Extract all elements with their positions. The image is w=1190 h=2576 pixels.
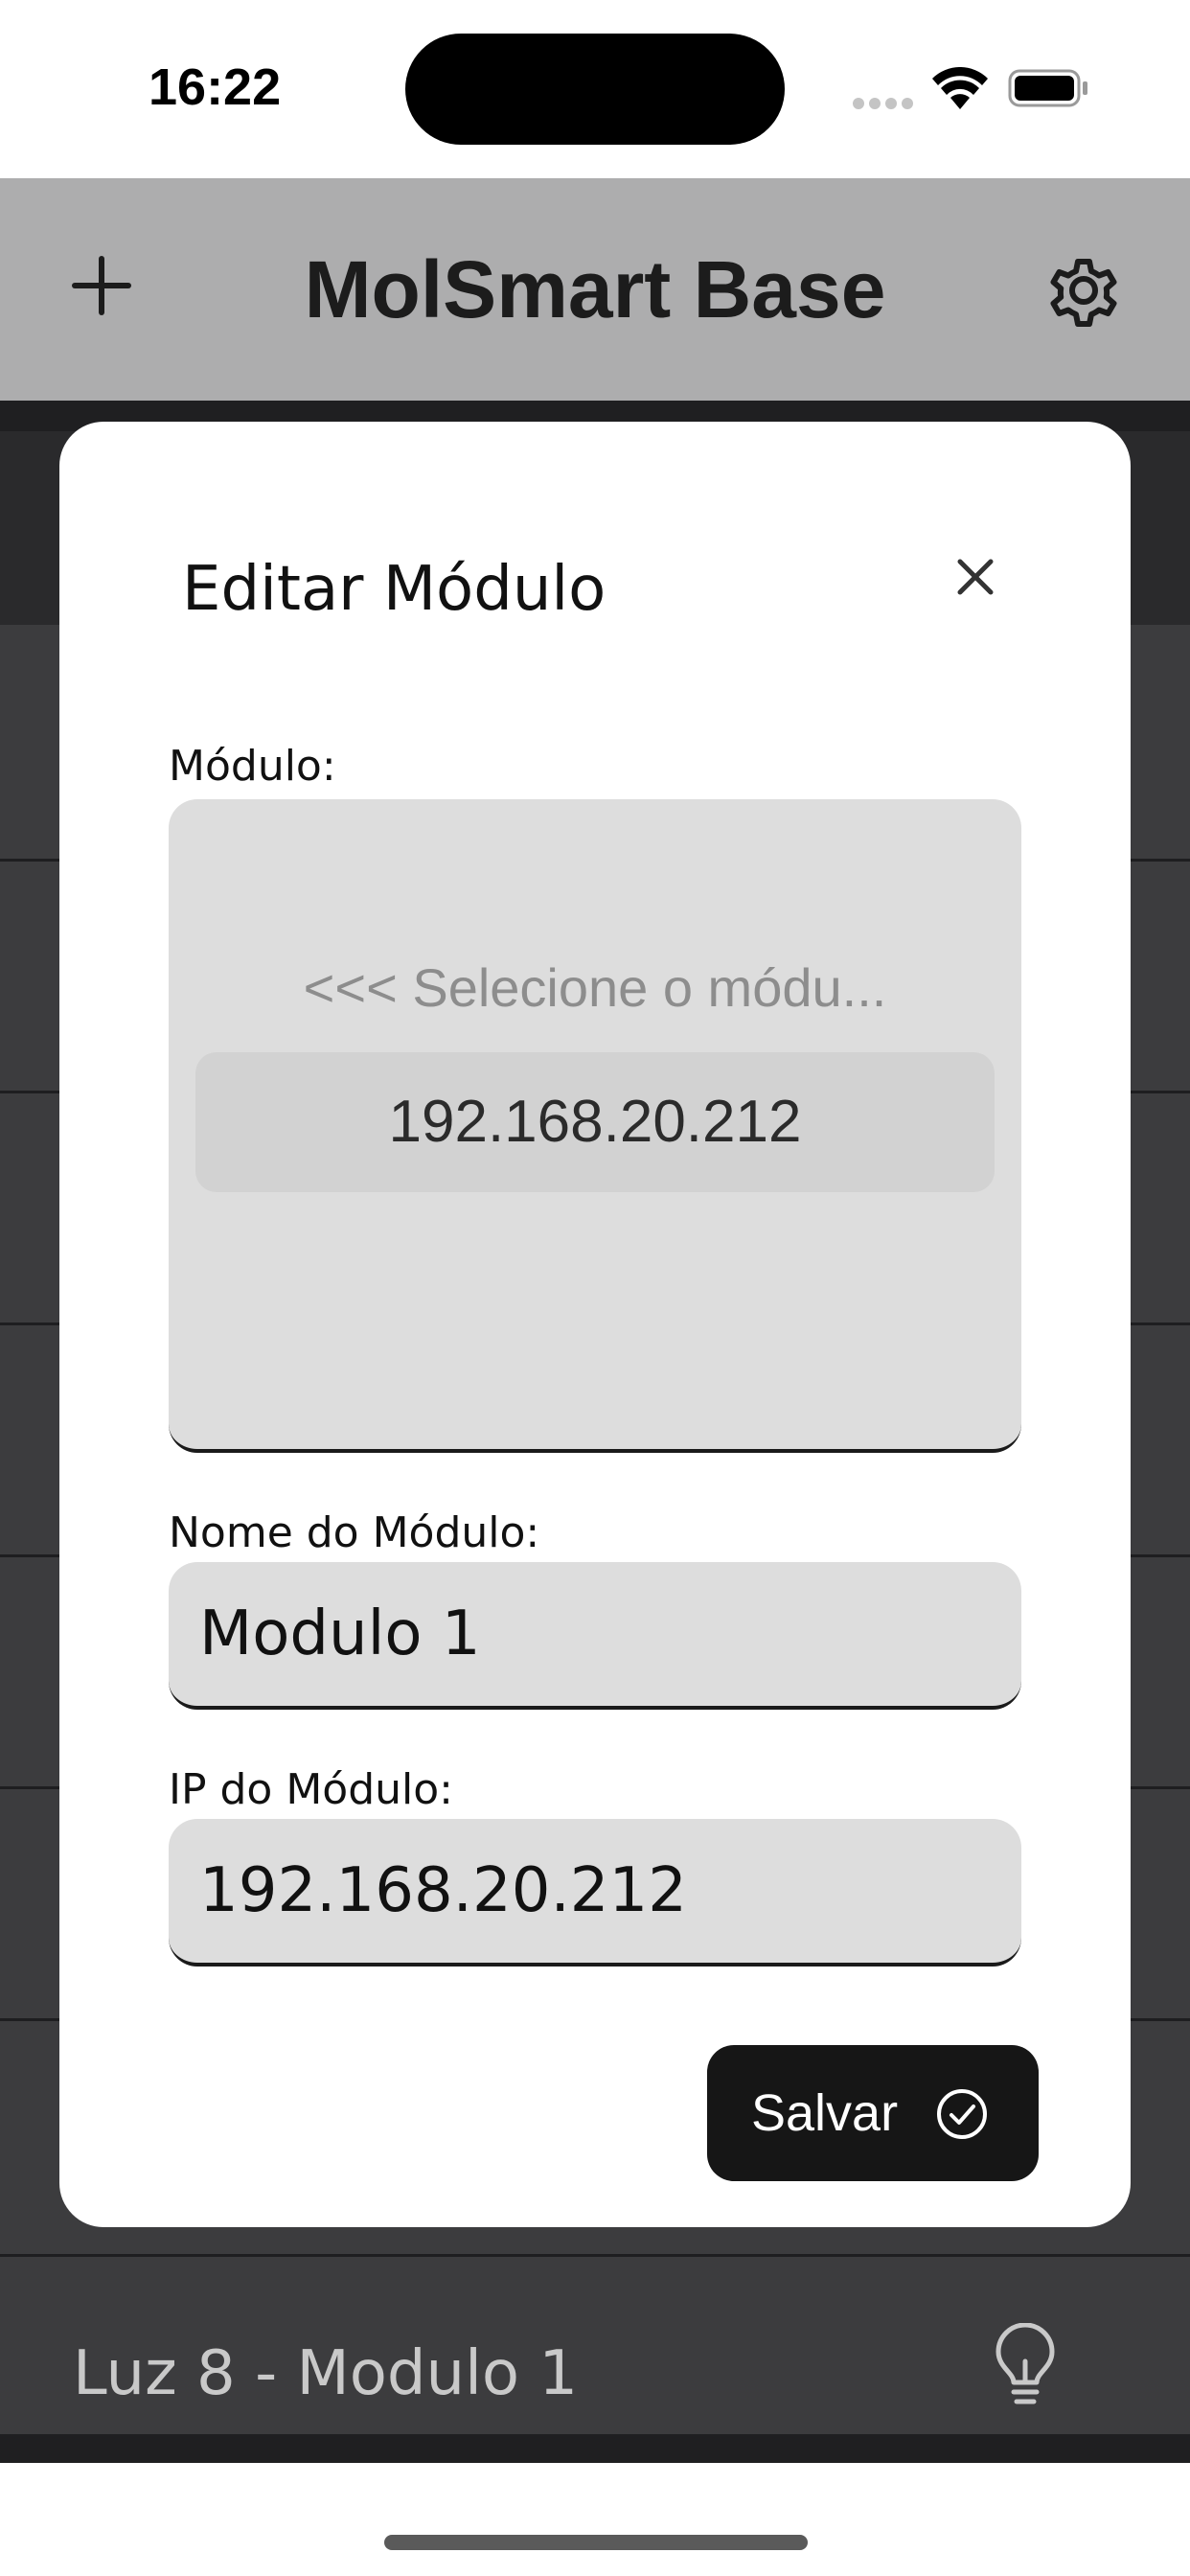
module-label: Módulo: [169,742,336,791]
save-button-label: Salvar [751,2084,899,2142]
modal-title: Editar Módulo [182,554,606,625]
module-ip-label: IP do Módulo: [169,1765,453,1814]
module-name-value[interactable]: Modulo 1 [199,1562,481,1706]
module-name-field[interactable]: Modulo 1 [169,1562,1021,1710]
list-bottom-strip [0,2434,1190,2463]
module-ip-value[interactable]: 192.168.20.212 [199,1819,687,1963]
check-circle-icon [937,2089,987,2139]
status-time: 16:22 [149,58,282,116]
status-bar: 16:22 [0,0,1190,178]
save-button[interactable]: Salvar [707,2045,1039,2181]
home-area [0,2463,1190,2576]
module-ip-field[interactable]: 192.168.20.212 [169,1819,1021,1966]
app-header: MolSmart Base [0,178,1190,401]
close-icon[interactable] [952,554,998,600]
home-indicator[interactable] [384,2535,808,2550]
page-title: MolSmart Base [304,244,886,334]
cellular-signal-icon [853,98,914,109]
list-divider [0,2254,1190,2257]
module-name-label: Nome do Módulo: [169,1508,540,1557]
module-picker[interactable]: <<< Selecione o módu... 192.168.20.212 [169,799,1021,1453]
picker-selected-option[interactable]: 192.168.20.212 [195,1052,995,1192]
wifi-icon [932,67,988,109]
picker-placeholder[interactable]: <<< Selecione o módu... [169,956,1021,1019]
lightbulb-icon[interactable] [991,2323,1060,2415]
dynamic-island [405,34,785,145]
battery-icon [1008,69,1087,107]
list-item-label: Luz 8 - Modulo 1 [73,2338,579,2409]
gear-icon[interactable] [1041,247,1127,334]
